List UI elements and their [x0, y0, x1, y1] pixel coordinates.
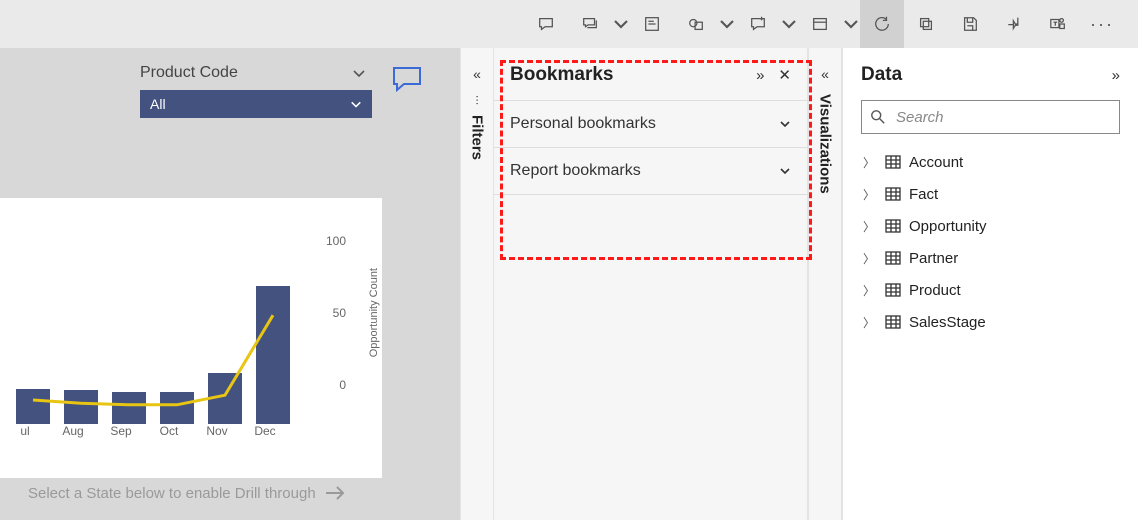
category-label: Aug — [51, 424, 95, 438]
table-icon — [885, 218, 901, 234]
slicer-title: Product Code — [140, 64, 238, 82]
top-toolbar: ··· — [0, 0, 1138, 48]
filters-rail[interactable]: « ⫶ Filters — [460, 48, 494, 520]
arrow-right-icon — [324, 484, 346, 502]
table-salesstage[interactable]: 〉SalesStage — [861, 306, 1120, 338]
search-box[interactable] — [861, 100, 1120, 134]
main-area: Product Code All Opportunity Count 100 5… — [0, 48, 1138, 520]
bookmarks-header: Bookmarks » ✕ — [494, 48, 807, 100]
chevron-right-icon: 〉 — [861, 282, 877, 299]
category-label: ul — [3, 424, 47, 438]
chat-add-icon[interactable] — [736, 0, 780, 48]
expand-right-icon[interactable]: » — [1112, 67, 1120, 84]
chevron-down-icon — [779, 118, 791, 130]
drill-hint: Select a State below to enable Drill thr… — [28, 484, 346, 502]
data-panel: Data » 〉Account〉Fact〉Opportunity〉Partner… — [842, 48, 1138, 520]
table-product[interactable]: 〉Product — [861, 274, 1120, 306]
chevron-right-icon: 〉 — [861, 314, 877, 331]
collapse-left-icon[interactable]: « — [821, 66, 829, 82]
slicer-dropdown[interactable]: All — [140, 90, 372, 118]
data-title: Data — [861, 64, 902, 86]
chevron-right-icon: 〉 — [861, 250, 877, 267]
table-icon — [885, 282, 901, 298]
table-icon — [885, 250, 901, 266]
copy-icon[interactable] — [904, 0, 948, 48]
chart-card[interactable]: Opportunity Count 100 50 0 ulAugSepOctNo… — [0, 198, 382, 478]
save-icon[interactable] — [948, 0, 992, 48]
category-label: Dec — [243, 424, 287, 438]
table-opportunity[interactable]: 〉Opportunity — [861, 210, 1120, 242]
axis-label: Opportunity Count — [368, 268, 380, 357]
more-icon[interactable]: ··· — [1080, 0, 1124, 48]
visualizations-label: Visualizations — [817, 94, 834, 194]
bookmarks-panel: Bookmarks » ✕ Personal bookmarks Report … — [494, 48, 808, 520]
chevron-right-icon: 〉 — [861, 186, 877, 203]
close-icon[interactable]: ✕ — [778, 66, 791, 84]
chevron-down-icon — [779, 165, 791, 177]
chat-reply-icon[interactable] — [568, 0, 612, 48]
table-icon — [885, 314, 901, 330]
table-icon — [885, 186, 901, 202]
app-root: ··· Product Code All Opportunity Count — [0, 0, 1138, 520]
refresh-icon[interactable] — [860, 0, 904, 48]
chevron-right-icon: 〉 — [861, 154, 877, 171]
chat-outline-icon[interactable] — [392, 66, 422, 92]
shapes-icon[interactable] — [674, 0, 718, 48]
comment-icon[interactable] — [524, 0, 568, 48]
category-label: Nov — [195, 424, 239, 438]
table-partner[interactable]: 〉Partner — [861, 242, 1120, 274]
bookmarks-title: Bookmarks — [510, 64, 614, 86]
chevron-down-icon[interactable] — [352, 66, 366, 80]
bookmarks-report[interactable]: Report bookmarks — [494, 147, 807, 195]
window-caret[interactable] — [842, 0, 860, 48]
slicer-title-row: Product Code — [140, 64, 372, 82]
category-label: Sep — [99, 424, 143, 438]
search-input[interactable] — [894, 108, 1111, 127]
teams-icon[interactable] — [1036, 0, 1080, 48]
filters-label: Filters — [469, 115, 486, 160]
table-icon — [885, 154, 901, 170]
search-icon — [870, 109, 886, 125]
table-account[interactable]: 〉Account — [861, 146, 1120, 178]
bookmarks-personal[interactable]: Personal bookmarks — [494, 100, 807, 147]
text-box-icon[interactable] — [630, 0, 674, 48]
pin-icon[interactable] — [992, 0, 1036, 48]
filter-bars-icon: ⫶ — [475, 94, 478, 109]
table-fact[interactable]: 〉Fact — [861, 178, 1120, 210]
product-code-slicer: Product Code All — [140, 64, 372, 118]
slicer-value: All — [150, 96, 166, 112]
category-label: Oct — [147, 424, 191, 438]
visualizations-rail[interactable]: « Visualizations — [808, 48, 842, 520]
report-canvas: Product Code All Opportunity Count 100 5… — [0, 48, 460, 520]
chevron-right-icon: 〉 — [861, 218, 877, 235]
collapse-left-icon[interactable]: « — [473, 66, 481, 82]
expand-right-icon[interactable]: » — [756, 67, 764, 84]
ytick-0: 0 — [339, 378, 346, 392]
chat-add-caret[interactable] — [780, 0, 798, 48]
chevron-down-icon — [350, 98, 362, 110]
shapes-caret[interactable] — [718, 0, 736, 48]
chart-plot — [6, 226, 336, 424]
chat-reply-caret[interactable] — [612, 0, 630, 48]
window-icon[interactable] — [798, 0, 842, 48]
